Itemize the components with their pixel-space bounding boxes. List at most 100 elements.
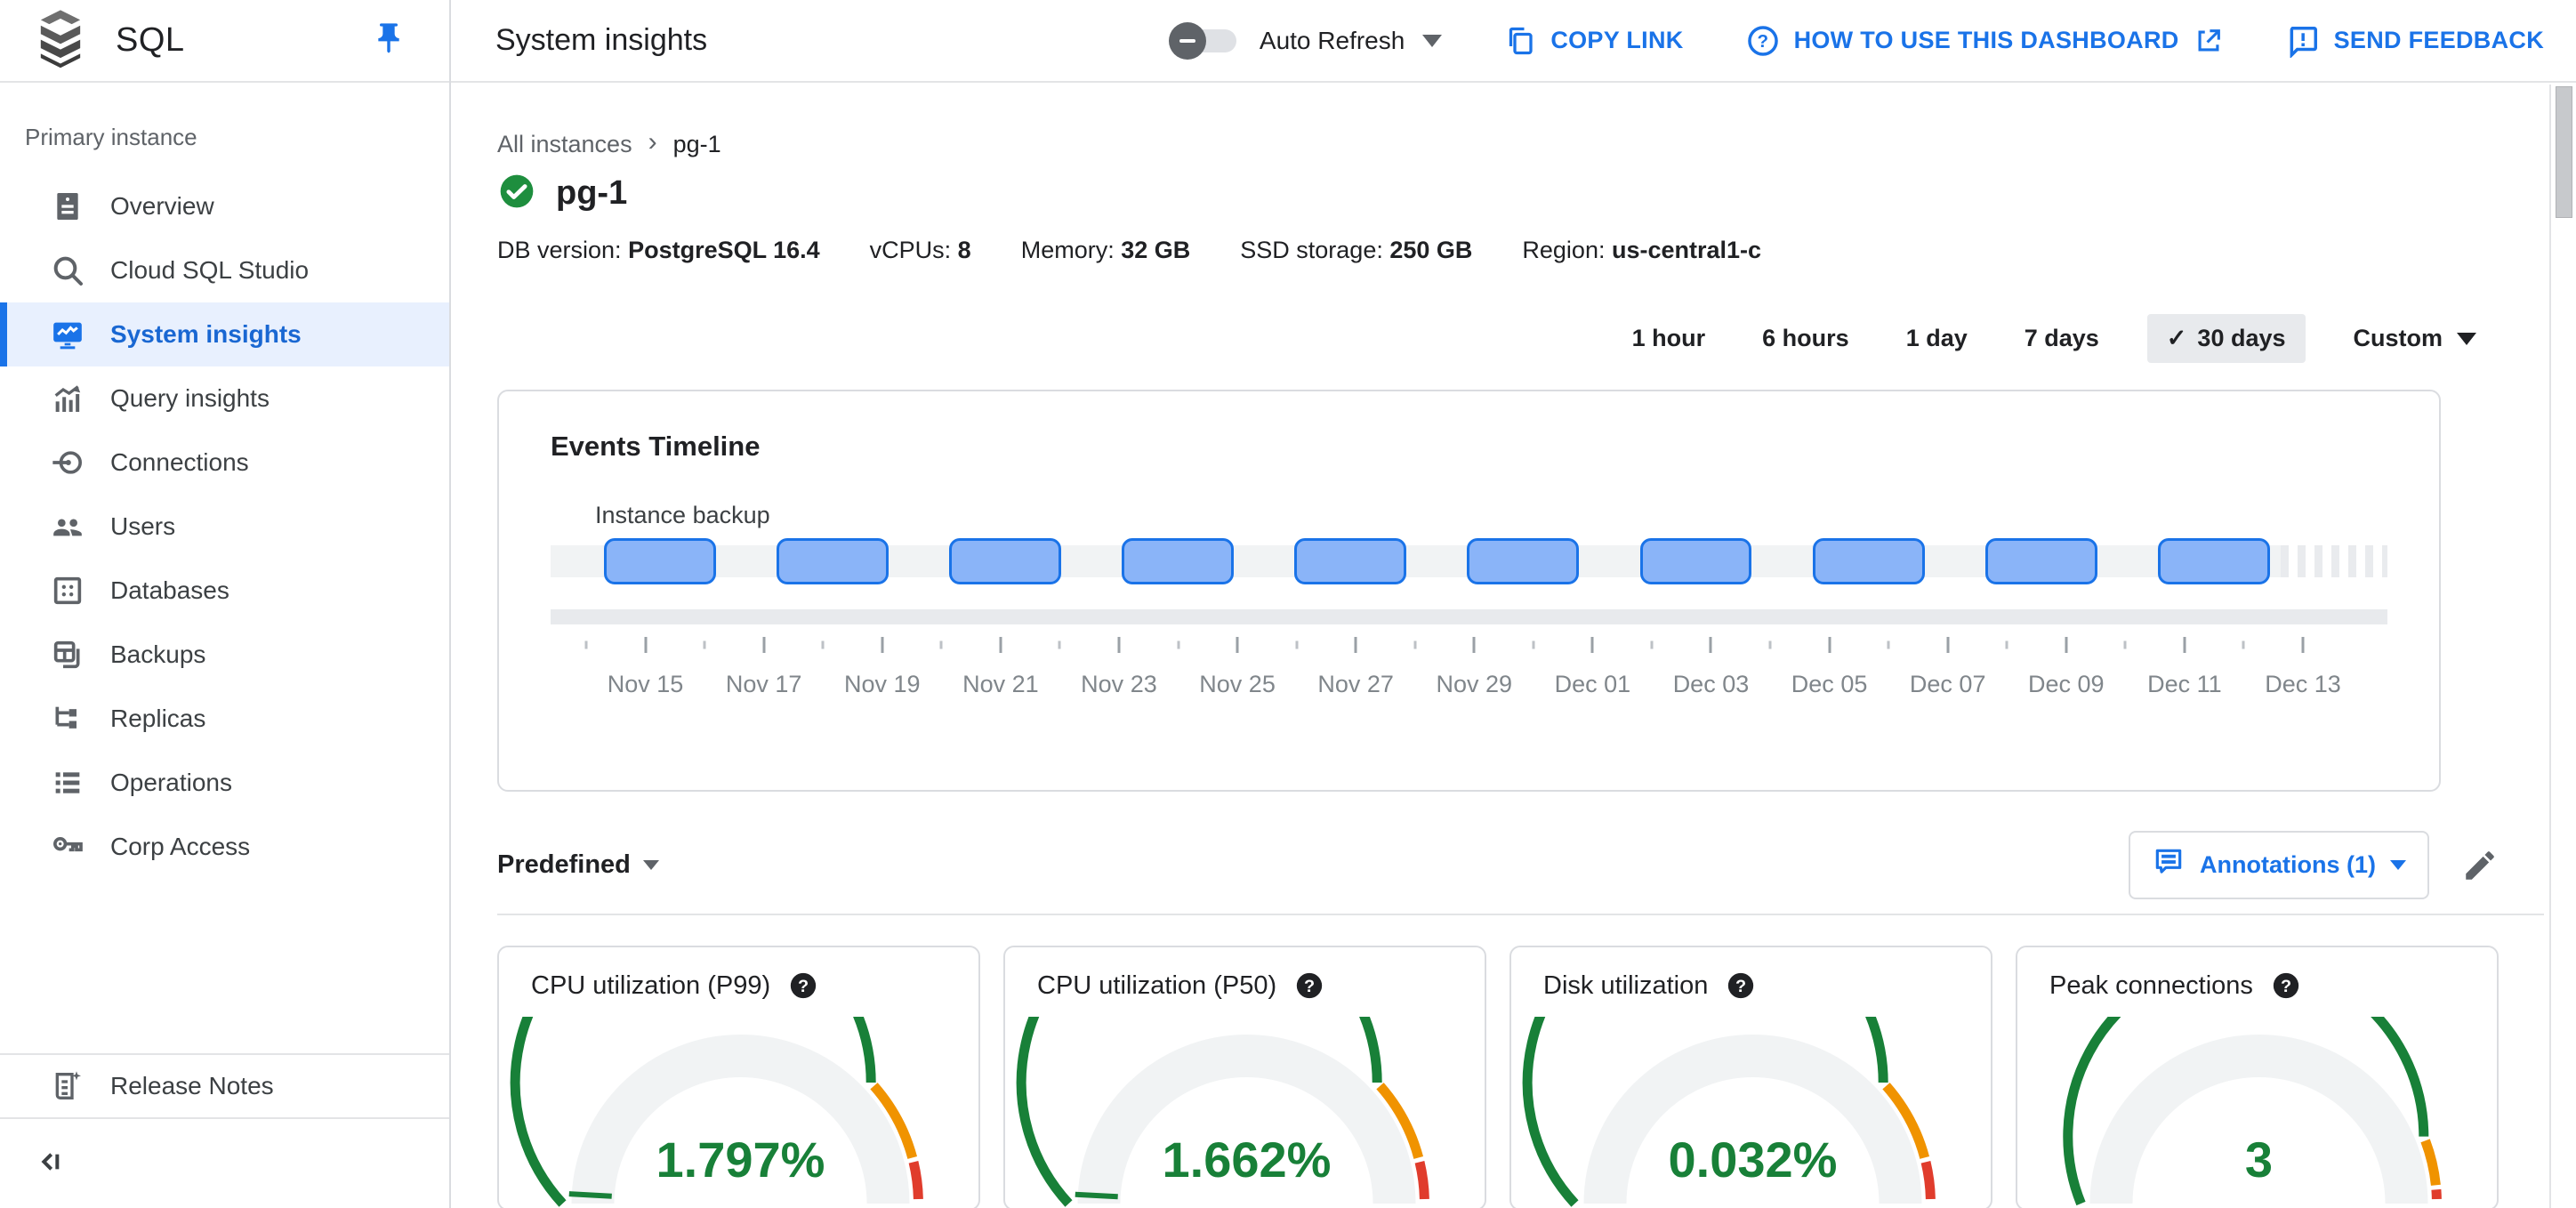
- how-to-use-dashboard-button[interactable]: ? HOW TO USE THIS DASHBOARD: [1746, 24, 2224, 58]
- status-healthy-icon: [497, 172, 536, 215]
- axis-tick: [1709, 637, 1712, 653]
- gauge-title-row: Disk utilization?: [1543, 970, 1991, 1001]
- time-range-1-hour[interactable]: 1 hour: [1623, 314, 1715, 363]
- pin-icon[interactable]: [371, 20, 407, 60]
- sidebar-item-replicas[interactable]: Replicas: [0, 687, 449, 751]
- time-range-custom[interactable]: Custom: [2345, 314, 2486, 363]
- instance-meta-item: vCPUs: 8: [870, 237, 971, 264]
- gauge-chart: 1.797%: [510, 1017, 923, 1207]
- backup-event-pill[interactable]: [949, 538, 1062, 584]
- sidebar-item-label: Databases: [110, 576, 229, 604]
- timeline-date-labels: Nov 15 Nov 17 Nov 19 Nov 21 Nov 23 Nov 25 Nov …: [586, 671, 2341, 701]
- copy-link-button[interactable]: COPY LINK: [1504, 25, 1683, 57]
- backup-event-pill[interactable]: [776, 538, 889, 584]
- vertical-scrollbar[interactable]: [2549, 85, 2576, 1208]
- sidebar-item-corp-access[interactable]: Corp Access: [0, 815, 449, 879]
- axis-date-label: Dec 01: [1554, 671, 1631, 697]
- axis-tick: [2123, 640, 2127, 649]
- breadcrumb-all-instances[interactable]: All instances: [497, 131, 632, 158]
- instance-title-row: pg-1: [497, 172, 2544, 215]
- meta-label: vCPUs:: [869, 237, 958, 263]
- axis-tick: [1590, 637, 1594, 653]
- meta-label: SSD storage:: [1240, 237, 1390, 263]
- help-tooltip-icon[interactable]: ?: [2271, 970, 2301, 1001]
- sidebar-item-system-insights[interactable]: System insights: [0, 302, 449, 366]
- breadcrumb-current: pg-1: [672, 130, 721, 157]
- instance-meta-item: DB version: PostgreSQL 16.4: [497, 237, 820, 264]
- backup-event-pill[interactable]: [2157, 538, 2270, 584]
- gauge-card-disk-utilization: Disk utilization? 0.032%: [1509, 946, 1992, 1208]
- main-content: All instances › pg-1 pg-1 DB version: Po…: [451, 85, 2544, 1208]
- sidebar-item-label: Operations: [110, 769, 232, 796]
- instance-name: pg-1: [556, 174, 628, 212]
- axis-tick: [2005, 640, 2008, 649]
- backup-event-pill[interactable]: [1639, 538, 1752, 584]
- time-range-30-days[interactable]: ✓ 30 days: [2146, 314, 2306, 363]
- time-range-6-hours[interactable]: 6 hours: [1753, 314, 1858, 363]
- collapse-sidebar-button[interactable]: [0, 1119, 449, 1208]
- backup-event-pill[interactable]: [1122, 538, 1235, 584]
- operations-icon: [50, 765, 85, 801]
- send-feedback-button[interactable]: SEND FEEDBACK: [2286, 24, 2544, 58]
- axis-tick: [703, 640, 706, 649]
- chevron-right-icon: ›: [648, 127, 657, 157]
- action-label: COPY LINK: [1550, 27, 1684, 53]
- sidebar-item-backups[interactable]: Backups: [0, 623, 449, 687]
- help-tooltip-icon[interactable]: ?: [788, 970, 818, 1001]
- axis-tick: [1117, 637, 1121, 653]
- timeline-axis-band[interactable]: [551, 609, 2387, 624]
- meta-label: DB version:: [497, 237, 629, 263]
- backup-event-pill[interactable]: [1812, 538, 1925, 584]
- annotations-button[interactable]: Annotations (1): [2129, 831, 2429, 899]
- timeline-track: [551, 538, 2387, 584]
- meta-value: 8: [957, 237, 971, 263]
- system-insights-icon: [50, 317, 85, 352]
- help-tooltip-icon[interactable]: ?: [1294, 970, 1324, 1001]
- backup-event-pill[interactable]: [603, 538, 716, 584]
- gauge-chart: 0.032%: [1522, 1017, 1936, 1207]
- connections-icon: [50, 445, 85, 480]
- users-icon: [50, 509, 85, 544]
- edit-pencil-icon[interactable]: [2461, 847, 2499, 884]
- axis-date-label: Nov 25: [1199, 671, 1276, 697]
- gauge-title: CPU utilization (P50): [1037, 970, 1277, 1000]
- gauge-needle: [568, 1191, 612, 1199]
- time-range-1-day[interactable]: 1 day: [1897, 314, 1976, 363]
- backup-event-pill[interactable]: [1294, 538, 1407, 584]
- sidebar-item-release-notes[interactable]: Release Notes: [0, 1053, 449, 1119]
- axis-tick: [1236, 637, 1239, 653]
- axis-tick: [2242, 640, 2245, 649]
- sidebar-item-cloud-sql-studio[interactable]: Cloud SQL Studio: [0, 238, 449, 302]
- svg-text:?: ?: [2281, 977, 2291, 996]
- meta-label: Region:: [1522, 237, 1612, 263]
- sidebar-item-overview[interactable]: Overview: [0, 174, 449, 238]
- axis-tick: [1354, 637, 1357, 653]
- axis-tick: [762, 637, 766, 653]
- sidebar-item-label: Backups: [110, 640, 206, 668]
- help-tooltip-icon[interactable]: ?: [1726, 970, 1756, 1001]
- axis-tick: [2183, 637, 2186, 653]
- auto-refresh-toggle[interactable]: [1168, 21, 1242, 60]
- sidebar-item-label: Overview: [110, 192, 214, 220]
- time-range-7-days[interactable]: 7 days: [2016, 314, 2108, 363]
- product-brand: SQL: [0, 0, 449, 81]
- instance-meta-row: DB version: PostgreSQL 16.4 vCPUs: 8 Memor…: [497, 237, 2544, 264]
- axis-tick: [939, 640, 943, 649]
- auto-refresh-control[interactable]: Auto Refresh: [1168, 21, 1443, 60]
- sidebar-item-operations[interactable]: Operations: [0, 751, 449, 815]
- sidebar-item-label: Replicas: [110, 705, 206, 732]
- backup-event-pill[interactable]: [1467, 538, 1580, 584]
- annotations-icon: [2152, 845, 2186, 885]
- sidebar-item-users[interactable]: Users: [0, 495, 449, 559]
- svg-text:?: ?: [798, 977, 809, 996]
- predefined-dropdown[interactable]: Predefined: [497, 850, 659, 880]
- scrollbar-thumb[interactable]: [2556, 86, 2572, 218]
- sidebar-item-connections[interactable]: Connections: [0, 431, 449, 495]
- sidebar-item-query-insights[interactable]: Query insights: [0, 366, 449, 431]
- backup-event-pill[interactable]: [1984, 538, 2097, 584]
- axis-tick: [1946, 637, 1950, 653]
- axis-tick: [1650, 640, 1654, 649]
- chevron-down-icon: [1422, 34, 1443, 47]
- gauge-needle: [1075, 1191, 1118, 1200]
- sidebar-item-databases[interactable]: Databases: [0, 559, 449, 623]
